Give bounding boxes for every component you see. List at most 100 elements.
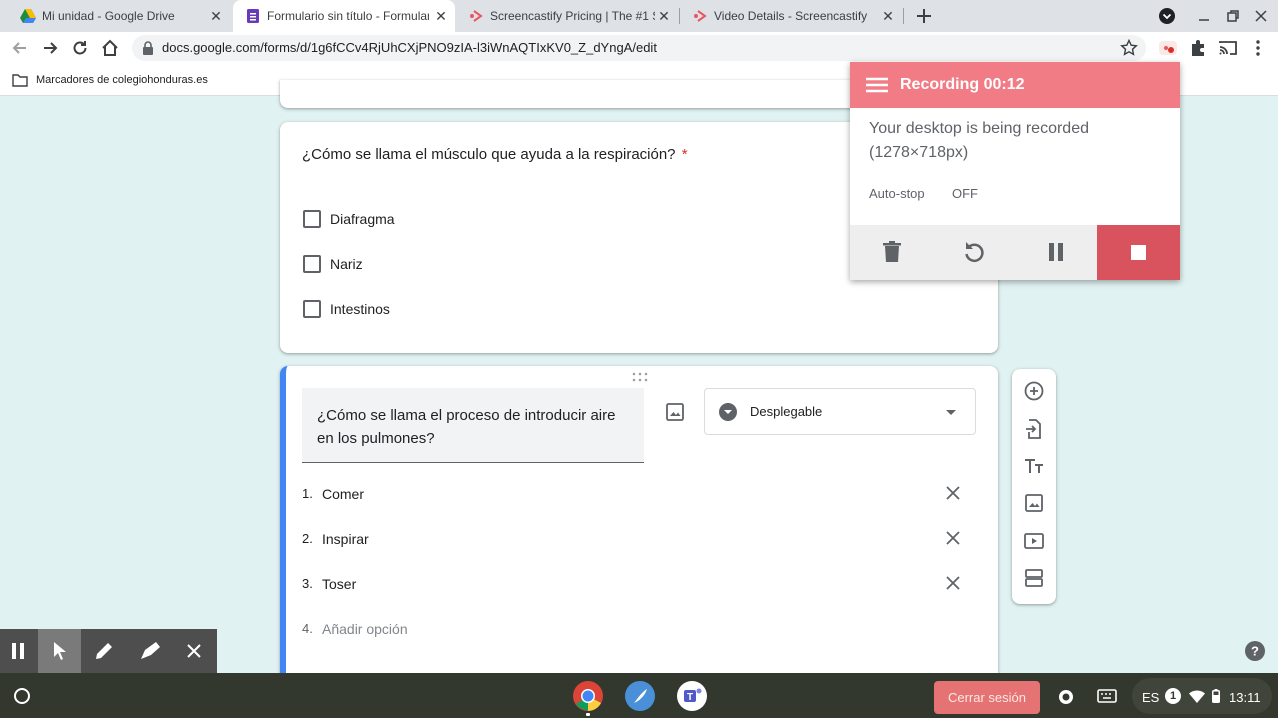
option-number: 3. xyxy=(302,576,313,591)
option-number: 1. xyxy=(302,486,313,501)
add-title-icon[interactable] xyxy=(1022,454,1046,478)
question-type-label: Desplegable xyxy=(750,404,823,419)
back-icon[interactable] xyxy=(10,38,30,58)
add-image-icon[interactable] xyxy=(1022,491,1046,515)
question-title-input[interactable]: ¿Cómo se llama el proceso de introducir … xyxy=(302,388,644,463)
drag-handle-icon[interactable] xyxy=(632,372,648,382)
forward-icon[interactable] xyxy=(40,38,60,58)
restore-icon[interactable] xyxy=(1225,8,1241,24)
tab-title: Video Details - Screencastify xyxy=(714,9,868,23)
lock-icon[interactable] xyxy=(142,41,154,55)
keyboard-icon[interactable] xyxy=(1097,689,1117,703)
remove-option-icon[interactable] xyxy=(946,576,960,590)
home-icon[interactable] xyxy=(100,38,120,58)
recorder-controls xyxy=(850,225,1180,280)
google-forms-icon xyxy=(247,9,259,23)
tab-title: Mi unidad - Google Drive xyxy=(42,9,175,23)
tab-formulario[interactable]: Formulario sin título - Formulario ✕ xyxy=(233,0,455,32)
svg-text:?: ? xyxy=(1251,644,1259,659)
remove-option-icon[interactable] xyxy=(946,531,960,545)
highlighter-icon[interactable] xyxy=(139,641,161,661)
remove-option-icon[interactable] xyxy=(946,486,960,500)
close-tab-icon[interactable]: ✕ xyxy=(433,8,449,24)
recording-message: Your desktop is being recorded (1278×718… xyxy=(869,120,1089,161)
chrome-icon[interactable] xyxy=(572,680,604,712)
restart-icon[interactable] xyxy=(963,240,985,264)
option-label[interactable]: Comer xyxy=(322,486,364,502)
close-window-icon[interactable] xyxy=(1253,8,1269,24)
bookmark-star-icon[interactable] xyxy=(1120,39,1138,57)
option-label[interactable]: Inspirar xyxy=(322,531,369,547)
add-option[interactable]: Añadir opción xyxy=(322,621,408,637)
bookmark-folder[interactable]: Marcadores de colegiohonduras.es xyxy=(12,70,208,90)
add-section-icon[interactable] xyxy=(1022,566,1046,590)
status-tray[interactable]: ES 1 13:11 xyxy=(1132,678,1272,714)
address-bar[interactable]: docs.google.com/forms/d/1g6fCCv4RjUhCXjP… xyxy=(132,35,1146,61)
reload-icon[interactable] xyxy=(70,38,90,58)
pause-icon[interactable] xyxy=(1048,243,1064,261)
tab-google-drive[interactable]: Mi unidad - Google Drive ✕ xyxy=(8,0,233,32)
ime-indicator: ES xyxy=(1142,690,1160,705)
question-title: ¿Cómo se llama el músculo que ayuda a la… xyxy=(302,146,688,163)
checkbox[interactable] xyxy=(303,210,321,228)
tab-search-icon[interactable] xyxy=(1158,7,1176,25)
minimize-icon[interactable] xyxy=(1196,8,1212,24)
screencastify-icon xyxy=(694,10,707,22)
question-type-dropdown[interactable]: Desplegable xyxy=(704,388,976,435)
option-label[interactable]: Toser xyxy=(322,576,356,592)
bookmark-folder-label: Marcadores de colegiohonduras.es xyxy=(36,74,208,86)
battery-icon xyxy=(1212,689,1220,703)
sign-out-button[interactable]: Cerrar sesión xyxy=(934,681,1040,714)
pen-icon[interactable] xyxy=(94,641,114,661)
recorder-popup: Recording 00:12 Your desktop is being re… xyxy=(850,62,1180,280)
cast-icon[interactable] xyxy=(1218,38,1238,58)
option-label: Nariz xyxy=(330,256,363,272)
question-card-2[interactable]: ¿Cómo se llama el proceso de introducir … xyxy=(280,366,998,686)
stop-button[interactable] xyxy=(1097,225,1180,280)
question-title-text: ¿Cómo se llama el proceso de introducir … xyxy=(317,407,616,447)
clock: 13:11 xyxy=(1229,690,1261,705)
help-icon[interactable]: ? xyxy=(1244,640,1266,662)
url-text: docs.google.com/forms/d/1g6fCCv4RjUhCXjP… xyxy=(162,40,657,55)
close-tab-icon[interactable]: ✕ xyxy=(880,8,896,24)
tab-title: Formulario sin título - Formulario xyxy=(267,9,429,23)
close-tab-icon[interactable]: ✕ xyxy=(208,8,224,24)
add-question-icon[interactable] xyxy=(1022,379,1046,403)
notification-badge: 1 xyxy=(1165,688,1181,704)
cursor-icon xyxy=(54,642,66,660)
option-label: Intestinos xyxy=(330,301,390,317)
close-tab-icon[interactable]: ✕ xyxy=(656,8,672,24)
delete-icon[interactable] xyxy=(883,241,901,263)
form-side-toolbar xyxy=(1012,369,1056,604)
extensions-icon[interactable] xyxy=(1188,38,1208,58)
autostop-label: Auto-stop xyxy=(869,186,925,201)
os-shelf: T Cerrar sesión ES 1 13:11 xyxy=(0,673,1278,718)
folder-icon xyxy=(12,74,28,87)
cursor-tool[interactable] xyxy=(38,629,81,673)
new-tab-icon[interactable] xyxy=(914,6,934,26)
feather-app-icon[interactable] xyxy=(624,680,656,712)
launcher-icon[interactable] xyxy=(13,687,31,705)
wifi-icon xyxy=(1189,690,1205,703)
screencastify-extension-icon[interactable] xyxy=(1158,38,1178,58)
autostop-value[interactable]: OFF xyxy=(952,186,978,201)
hamburger-menu-icon[interactable] xyxy=(866,77,888,93)
menu-dots-icon[interactable] xyxy=(1248,38,1268,58)
tab-video-details[interactable]: Video Details - Screencastify ✕ xyxy=(680,0,902,32)
import-questions-icon[interactable] xyxy=(1022,417,1046,441)
option-label: Diafragma xyxy=(330,211,395,227)
teams-icon[interactable]: T xyxy=(676,680,708,712)
notification-count: 1 xyxy=(1169,690,1177,702)
option-number: 2. xyxy=(302,531,313,546)
tab-title: Screencastify Pricing | The #1 Sc xyxy=(490,9,655,23)
screen-capture-icon[interactable] xyxy=(1058,689,1074,705)
screencastify-icon xyxy=(470,10,483,22)
add-video-icon[interactable] xyxy=(1022,529,1046,553)
pause-icon[interactable] xyxy=(11,643,25,659)
close-icon[interactable] xyxy=(187,644,201,658)
tab-screencastify-pricing[interactable]: Screencastify Pricing | The #1 Sc ✕ xyxy=(456,0,678,32)
checkbox[interactable] xyxy=(303,300,321,318)
checkbox[interactable] xyxy=(303,255,321,273)
add-image-icon[interactable] xyxy=(665,402,685,422)
annotation-toolbar xyxy=(0,629,217,673)
